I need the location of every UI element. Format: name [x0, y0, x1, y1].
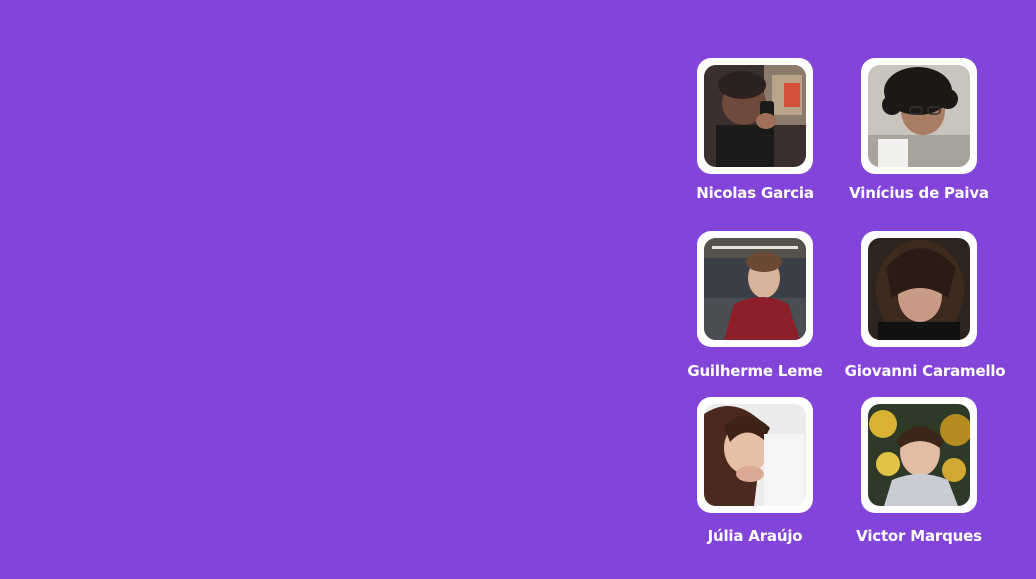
member-photo-frame: [861, 231, 977, 347]
member-card: Guilherme Leme: [670, 231, 840, 391]
member-photo-frame: [697, 58, 813, 174]
member-photo-frame: [861, 397, 977, 513]
member-photo: [868, 404, 970, 506]
member-name: Guilherme Leme: [687, 362, 823, 380]
member-photo: [868, 238, 970, 340]
member-photo: [704, 65, 806, 167]
member-card: Victor Marques: [834, 397, 1004, 557]
member-photo-frame: [697, 397, 813, 513]
member-card: Júlia Araújo: [670, 397, 840, 557]
member-name: Júlia Araújo: [707, 527, 803, 545]
member-photo: [704, 404, 806, 506]
member-card: Vinícius de Paiva: [834, 58, 1004, 218]
member-name: Vinícius de Paiva: [849, 184, 989, 202]
member-photo: [704, 238, 806, 340]
member-photo: [868, 65, 970, 167]
member-photo-frame: [861, 58, 977, 174]
member-card: Giovanni Caramello: [842, 231, 1012, 391]
member-name: Nicolas Garcia: [696, 184, 814, 202]
member-photo-frame: [697, 231, 813, 347]
member-name: Giovanni Caramello: [844, 362, 1006, 380]
member-card: Nicolas Garcia: [670, 58, 840, 218]
team-grid: Nicolas Garcia Vinícius de Paiva Guilher…: [0, 0, 1036, 579]
member-name: Victor Marques: [856, 527, 982, 545]
